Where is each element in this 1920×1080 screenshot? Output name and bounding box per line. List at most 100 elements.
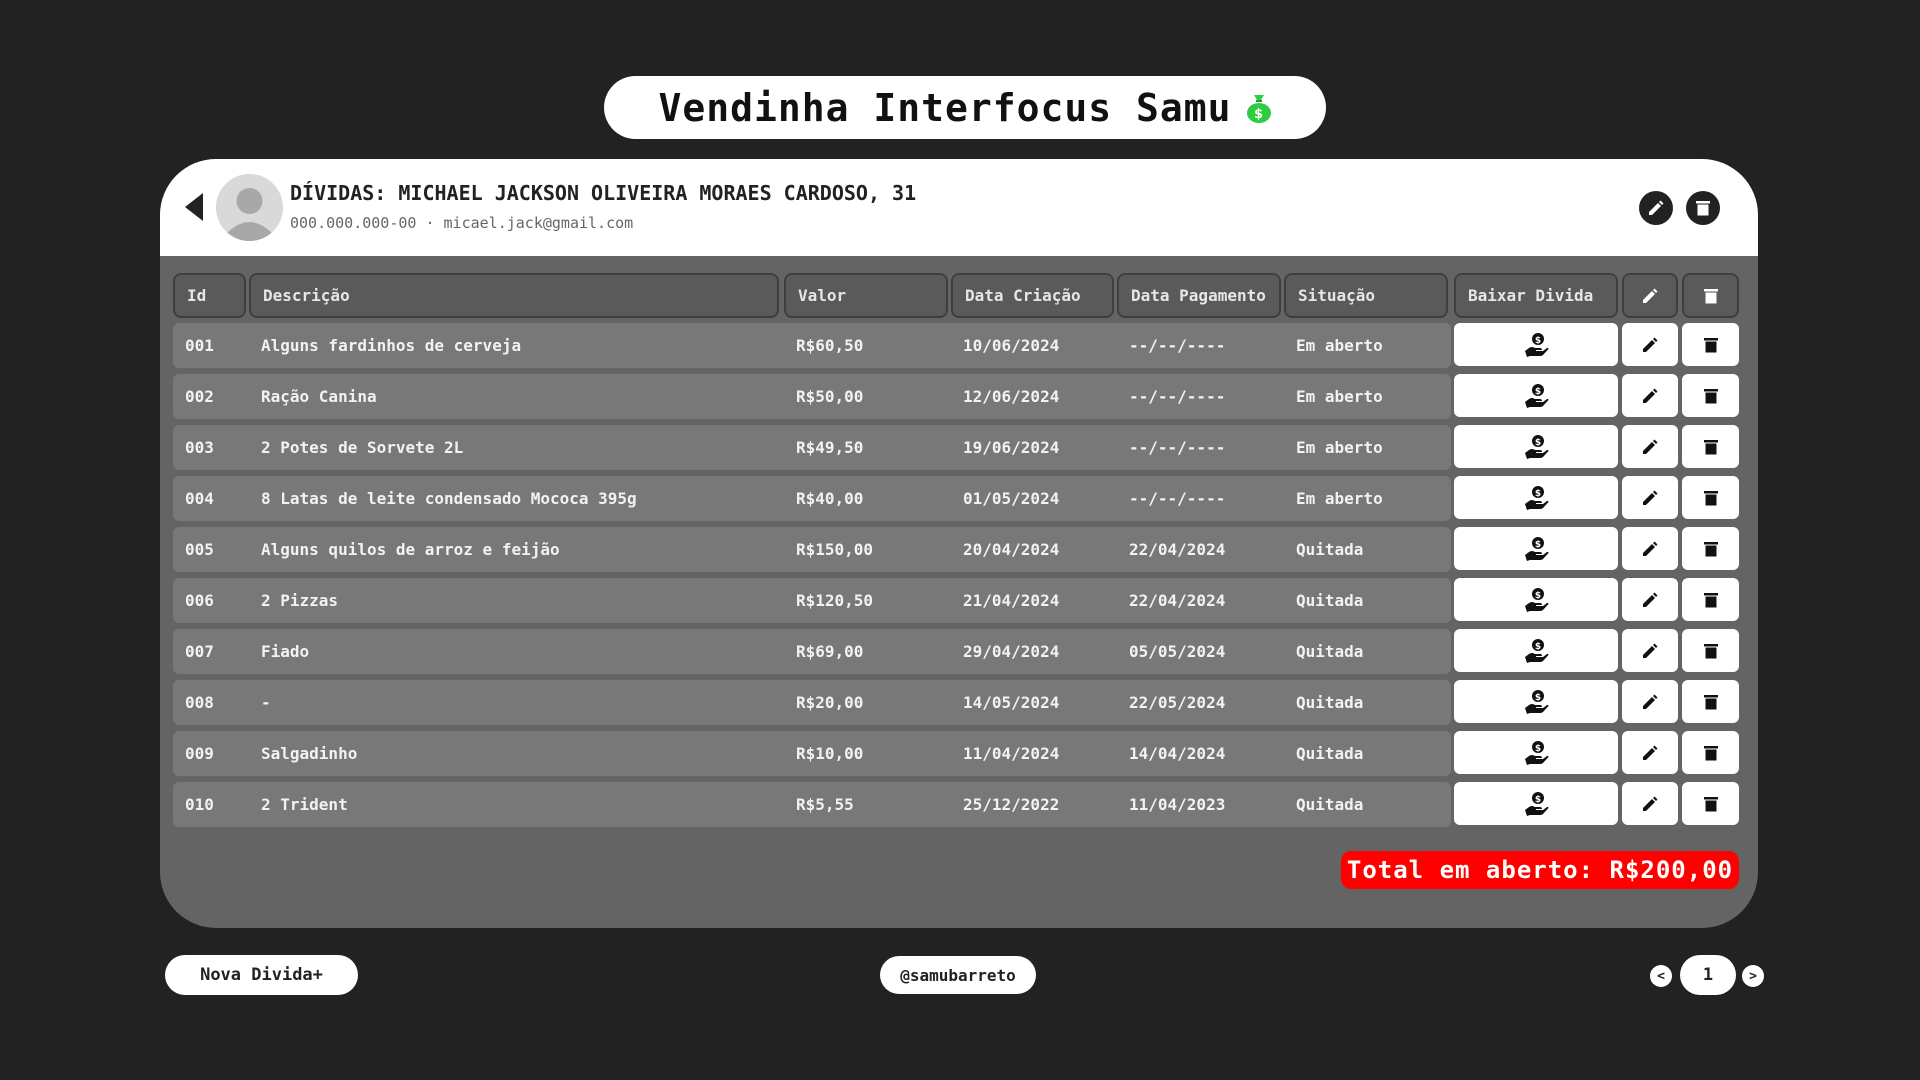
- cell-payment-date: 11/04/2023: [1129, 795, 1226, 814]
- trash-icon: [1703, 796, 1718, 811]
- edit-debt-button[interactable]: [1622, 629, 1678, 672]
- table-row: 003 2 Potes de Sorvete 2L R$49,50 19/06/…: [173, 425, 1745, 470]
- delete-debt-button[interactable]: [1682, 527, 1739, 570]
- settle-debt-button[interactable]: $: [1454, 629, 1618, 672]
- cell-created-date: 21/04/2024: [963, 591, 1060, 610]
- header-payment-date[interactable]: Data Pagamento: [1117, 273, 1281, 318]
- cell-status: Quitada: [1296, 540, 1364, 559]
- prev-page-button[interactable]: <: [1650, 965, 1672, 987]
- cell-status: Quitada: [1296, 795, 1364, 814]
- client-header: DÍVIDAS: MICHAEL JACKSON OLIVEIRA MORAES…: [160, 159, 1758, 256]
- edit-debt-button[interactable]: [1622, 374, 1678, 417]
- author-handle[interactable]: @samubarreto: [880, 956, 1036, 994]
- svg-text:$: $: [1535, 642, 1541, 652]
- edit-debt-button[interactable]: [1622, 731, 1678, 774]
- cell-created-date: 12/06/2024: [963, 387, 1060, 406]
- new-debt-button[interactable]: Nova Divida+: [165, 955, 358, 995]
- settle-debt-button[interactable]: $: [1454, 527, 1618, 570]
- delete-debt-button[interactable]: [1682, 731, 1739, 774]
- table-row: 001 Alguns fardinhos de cerveja R$60,50 …: [173, 323, 1745, 368]
- delete-debt-button[interactable]: [1682, 680, 1739, 723]
- open-total-badge: Total em aberto: R$200,00: [1341, 851, 1739, 889]
- header-settle[interactable]: Baixar Divida: [1454, 273, 1618, 318]
- trash-icon: [1703, 288, 1718, 303]
- svg-text:$: $: [1535, 744, 1541, 754]
- delete-debt-button[interactable]: [1682, 578, 1739, 621]
- cell-id: 001: [185, 336, 214, 355]
- settle-debt-button[interactable]: $: [1454, 476, 1618, 519]
- edit-debt-button[interactable]: [1622, 476, 1678, 519]
- trash-icon: [1696, 201, 1710, 216]
- cell-description: Salgadinho: [261, 744, 358, 763]
- edit-debt-button[interactable]: [1622, 578, 1678, 621]
- pencil-icon: [1649, 200, 1664, 215]
- cell-description: 8 Latas de leite condensado Mococa 395g: [261, 489, 637, 508]
- edit-debt-button[interactable]: [1622, 425, 1678, 468]
- table-header-row: Id Descrição Valor Data Criação Data Pag…: [173, 273, 1745, 318]
- cell-value: R$10,00: [796, 744, 864, 763]
- cell-payment-date: --/--/----: [1129, 489, 1226, 508]
- delete-debt-button[interactable]: [1682, 323, 1739, 366]
- delete-debt-button[interactable]: [1682, 476, 1739, 519]
- cell-value: R$20,00: [796, 693, 864, 712]
- svg-text:$: $: [1535, 693, 1541, 703]
- cell-id: 004: [185, 489, 214, 508]
- money-bag-icon: $: [1246, 94, 1271, 123]
- settle-debt-button[interactable]: $: [1454, 374, 1618, 417]
- cell-value: R$69,00: [796, 642, 864, 661]
- trash-icon: [1703, 694, 1718, 709]
- cell-description: 2 Potes de Sorvete 2L: [261, 438, 464, 457]
- settle-debt-button[interactable]: $: [1454, 323, 1618, 366]
- hand-coin-icon: $: [1525, 536, 1549, 561]
- cell-created-date: 20/04/2024: [963, 540, 1060, 559]
- hand-coin-icon: $: [1525, 587, 1549, 612]
- cell-status: Quitada: [1296, 591, 1364, 610]
- hand-coin-icon: $: [1525, 383, 1549, 408]
- cell-description: 2 Pizzas: [261, 591, 339, 610]
- current-page: 1: [1680, 955, 1736, 995]
- cell-description: Fiado: [261, 642, 310, 661]
- settle-debt-button[interactable]: $: [1454, 425, 1618, 468]
- header-id[interactable]: Id: [173, 273, 246, 318]
- app-title-text: Vendinha Interfocus Samu: [658, 85, 1232, 130]
- delete-client-button[interactable]: [1686, 191, 1720, 225]
- header-value[interactable]: Valor: [784, 273, 948, 318]
- cell-status: Em aberto: [1296, 489, 1383, 508]
- cell-payment-date: 05/05/2024: [1129, 642, 1226, 661]
- header-description[interactable]: Descrição: [249, 273, 779, 318]
- cell-value: R$120,50: [796, 591, 874, 610]
- cell-value: R$60,50: [796, 336, 864, 355]
- settle-debt-button[interactable]: $: [1454, 782, 1618, 825]
- back-arrow-icon[interactable]: [183, 191, 205, 223]
- header-created-date[interactable]: Data Criação: [951, 273, 1114, 318]
- cell-created-date: 29/04/2024: [963, 642, 1060, 661]
- settle-debt-button[interactable]: $: [1454, 731, 1618, 774]
- delete-debt-button[interactable]: [1682, 629, 1739, 672]
- pencil-icon: [1643, 643, 1658, 658]
- settle-debt-button[interactable]: $: [1454, 680, 1618, 723]
- hand-coin-icon: $: [1525, 332, 1549, 357]
- edit-debt-button[interactable]: [1622, 323, 1678, 366]
- cell-value: R$5,55: [796, 795, 854, 814]
- cell-status: Quitada: [1296, 744, 1364, 763]
- cell-payment-date: --/--/----: [1129, 438, 1226, 457]
- delete-debt-button[interactable]: [1682, 782, 1739, 825]
- next-page-button[interactable]: >: [1742, 965, 1764, 987]
- table-row: 010 2 Trident R$5,55 25/12/2022 11/04/20…: [173, 782, 1745, 827]
- delete-debt-button[interactable]: [1682, 374, 1739, 417]
- cell-payment-date: --/--/----: [1129, 336, 1226, 355]
- table-row: 008 - R$20,00 14/05/2024 22/05/2024 Quit…: [173, 680, 1745, 725]
- delete-debt-button[interactable]: [1682, 425, 1739, 468]
- edit-client-button[interactable]: [1639, 191, 1673, 225]
- edit-debt-button[interactable]: [1622, 527, 1678, 570]
- settle-debt-button[interactable]: $: [1454, 578, 1618, 621]
- cell-created-date: 25/12/2022: [963, 795, 1060, 814]
- cell-created-date: 19/06/2024: [963, 438, 1060, 457]
- header-status[interactable]: Situação: [1284, 273, 1448, 318]
- table-row: 006 2 Pizzas R$120,50 21/04/2024 22/04/2…: [173, 578, 1745, 623]
- hand-coin-icon: $: [1525, 689, 1549, 714]
- edit-debt-button[interactable]: [1622, 782, 1678, 825]
- trash-icon: [1703, 337, 1718, 352]
- edit-debt-button[interactable]: [1622, 680, 1678, 723]
- table-row: 004 8 Latas de leite condensado Mococa 3…: [173, 476, 1745, 521]
